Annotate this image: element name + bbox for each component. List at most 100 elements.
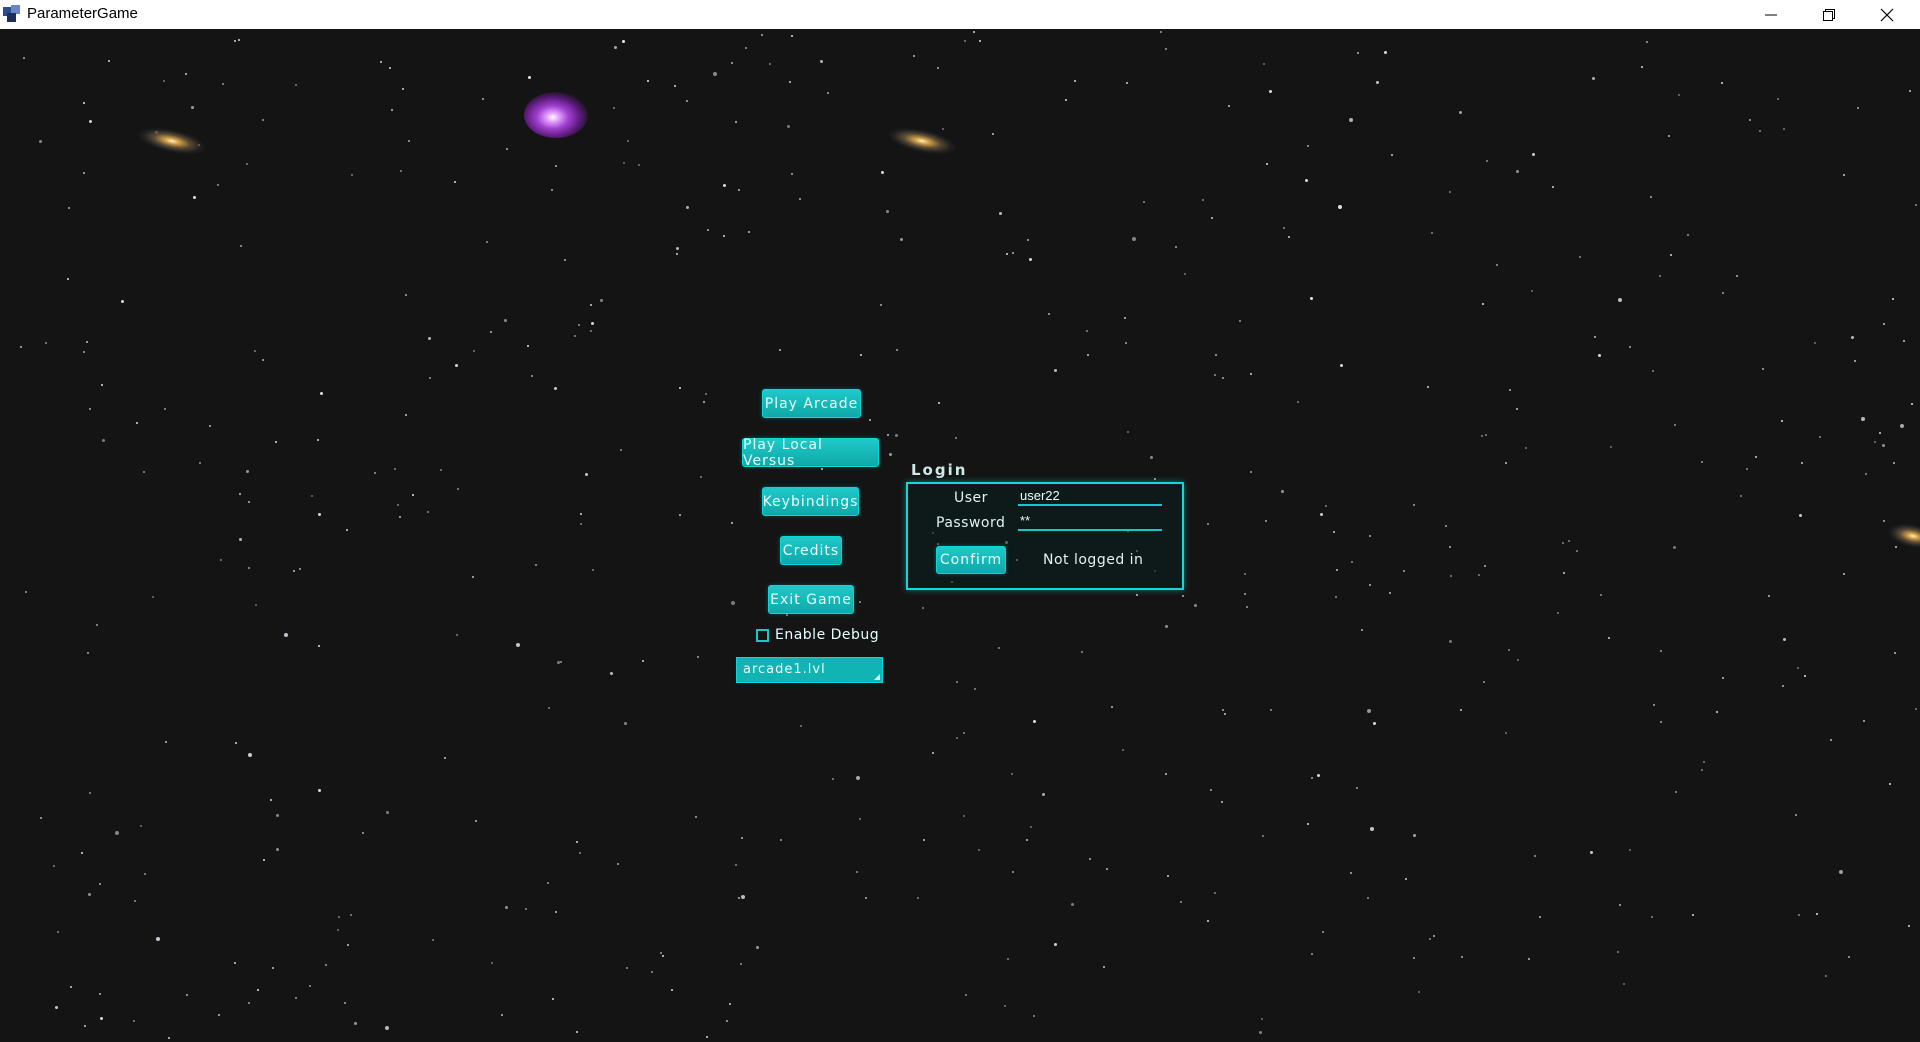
star — [217, 184, 219, 186]
star — [1207, 920, 1209, 922]
star — [552, 998, 554, 1000]
star — [234, 962, 236, 964]
star — [88, 893, 91, 896]
star — [827, 92, 829, 94]
star — [832, 778, 834, 780]
password-input[interactable] — [1018, 511, 1162, 531]
star — [262, 359, 264, 361]
star — [1030, 826, 1032, 828]
star — [1012, 252, 1014, 254]
star — [1755, 456, 1757, 458]
star — [1033, 720, 1036, 723]
play-arcade-button[interactable]: Play Arcade — [762, 389, 861, 418]
user-input[interactable] — [1018, 486, 1162, 506]
star — [580, 513, 582, 515]
star — [1127, 431, 1129, 433]
play-local-versus-button[interactable]: Play Local Versus — [742, 437, 879, 469]
star — [1132, 237, 1136, 241]
star — [707, 229, 709, 231]
star — [622, 40, 625, 43]
star — [1449, 191, 1451, 193]
star — [1618, 298, 1622, 302]
star — [676, 247, 679, 250]
star — [1413, 957, 1415, 959]
star — [627, 140, 629, 142]
confirm-button[interactable]: Confirm — [936, 546, 1006, 574]
star — [651, 971, 653, 973]
star — [1749, 119, 1751, 121]
star — [623, 162, 625, 164]
star — [318, 645, 320, 647]
star — [165, 741, 167, 743]
exit-game-button[interactable]: Exit Game — [768, 585, 854, 614]
star — [1814, 342, 1816, 344]
star — [100, 1017, 103, 1020]
star — [1202, 199, 1204, 201]
star — [1244, 593, 1246, 595]
star — [1883, 323, 1885, 325]
star — [1863, 720, 1865, 722]
star — [1641, 66, 1643, 68]
star — [528, 76, 531, 79]
star — [1222, 377, 1224, 379]
star — [1722, 677, 1724, 679]
star — [1485, 434, 1487, 436]
star — [932, 752, 934, 754]
star — [1594, 336, 1596, 338]
star — [1433, 935, 1435, 937]
star — [978, 849, 980, 851]
star — [779, 349, 781, 351]
star — [1486, 160, 1488, 162]
star — [1367, 897, 1369, 899]
star — [1508, 649, 1510, 651]
star — [248, 753, 252, 757]
star — [1576, 550, 1578, 552]
star — [1496, 264, 1498, 266]
enable-debug-checkbox[interactable] — [756, 628, 769, 642]
star — [1843, 573, 1845, 575]
star — [535, 564, 537, 566]
restore-button[interactable] — [1800, 0, 1858, 29]
star — [1781, 420, 1783, 422]
star — [1427, 386, 1429, 388]
star — [1007, 958, 1009, 960]
star — [1194, 604, 1197, 607]
star — [999, 212, 1002, 215]
star — [579, 852, 581, 854]
star — [491, 962, 493, 964]
star — [1911, 403, 1913, 405]
star — [860, 354, 862, 356]
star — [412, 494, 414, 496]
star — [102, 439, 105, 442]
star — [40, 817, 42, 819]
star — [99, 993, 101, 995]
star — [735, 864, 737, 866]
galaxy-sprite — [886, 123, 958, 159]
star — [1356, 787, 1358, 789]
star — [1854, 360, 1856, 362]
star — [185, 73, 187, 75]
level-select[interactable]: arcade1.lvl — [736, 657, 883, 683]
star — [527, 345, 529, 347]
login-panel: User Password Confirm Not logged in — [906, 482, 1184, 590]
star — [1413, 834, 1416, 837]
star — [617, 863, 619, 865]
star — [87, 652, 89, 654]
credits-button[interactable]: Credits — [780, 536, 842, 565]
star — [1214, 892, 1216, 894]
star — [896, 349, 898, 351]
enable-debug-toggle[interactable]: Enable Debug — [756, 626, 879, 644]
star — [1692, 914, 1694, 916]
star — [1349, 118, 1353, 122]
star — [713, 72, 717, 76]
star — [1221, 801, 1223, 803]
star — [1429, 938, 1431, 940]
star — [295, 84, 297, 86]
star — [1317, 774, 1320, 777]
star — [168, 1037, 170, 1039]
star — [440, 469, 442, 471]
minimize-icon — [1765, 14, 1777, 16]
close-button[interactable] — [1858, 0, 1916, 29]
minimize-button[interactable] — [1742, 0, 1800, 29]
keybindings-button[interactable]: Keybindings — [762, 487, 859, 516]
